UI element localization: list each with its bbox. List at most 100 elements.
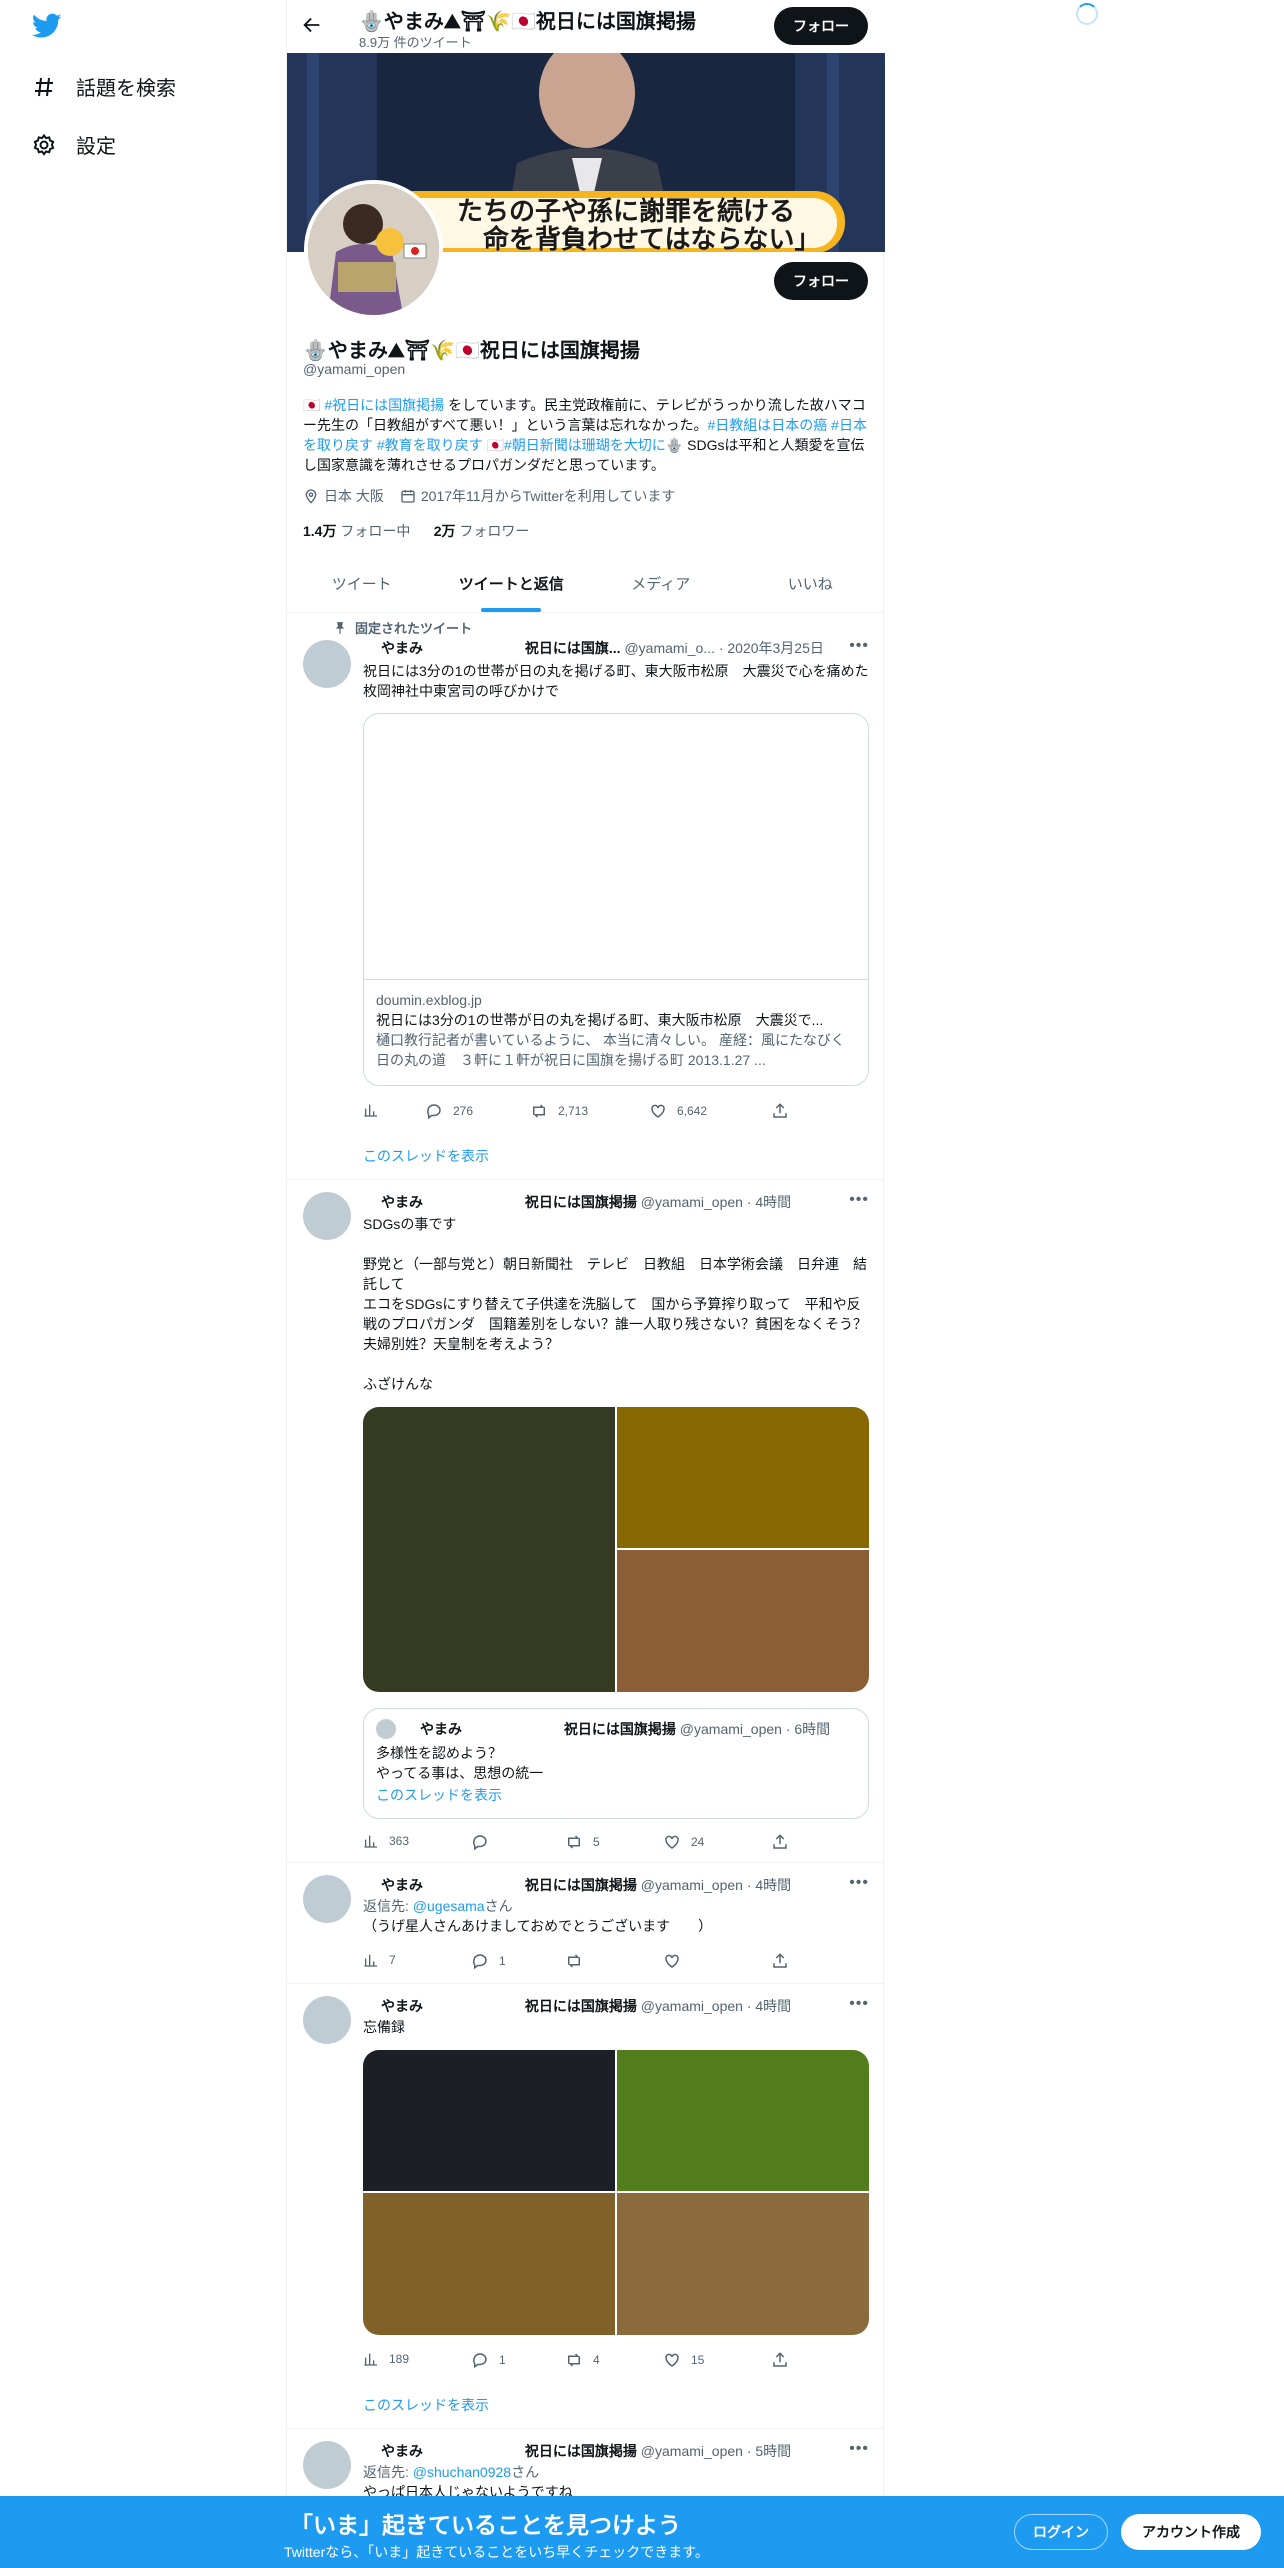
nav-settings-label: 設定 xyxy=(76,136,116,158)
link-card[interactable]: doumin.exblog.jp 祝日には3分の1の世帯が日の丸を掲げる町、東大… xyxy=(363,713,869,1086)
bio-hashtag-link[interactable]: #祝日には国旗掲揚 xyxy=(324,397,444,413)
more-options-icon[interactable]: ••• xyxy=(849,1874,869,1892)
reply-context: 返信先: @shuchan0928さん xyxy=(363,2462,539,2482)
more-options-icon[interactable]: ••• xyxy=(849,637,869,655)
tweet-item[interactable]: やまみ 祝日には国旗掲揚 @yamami_open · 4時間 ••• 忘備録 … xyxy=(287,1984,885,2429)
more-options-icon[interactable]: ••• xyxy=(849,2440,869,2458)
followers-link[interactable]: 2万 フォロワー xyxy=(434,523,530,539)
author-handle[interactable]: @yamami_open xyxy=(641,1877,743,1893)
like-button[interactable]: 6,642 xyxy=(649,1102,707,1120)
show-thread-link[interactable]: このスレッドを表示 xyxy=(363,2395,489,2415)
views-button[interactable]: 189 xyxy=(363,2351,409,2367)
signup-button[interactable]: アカウント作成 xyxy=(1121,2514,1261,2550)
retweet-button[interactable]: 2,713 xyxy=(530,1102,588,1120)
media-image[interactable] xyxy=(617,1407,869,1548)
author-name[interactable]: やまみ xyxy=(381,640,423,656)
profile-avatar[interactable] xyxy=(304,180,443,319)
retweet-button[interactable] xyxy=(565,1952,593,1970)
reply-button[interactable]: 1 xyxy=(471,2351,506,2369)
login-button[interactable]: ログイン xyxy=(1014,2514,1108,2550)
retweet-count: 5 xyxy=(593,1835,600,1849)
media-image[interactable] xyxy=(363,1407,615,1692)
like-button[interactable]: 24 xyxy=(663,1833,704,1851)
reply-count: 1 xyxy=(499,1954,506,1968)
more-options-icon[interactable]: ••• xyxy=(849,1995,869,2013)
views-button[interactable]: 363 xyxy=(363,1833,409,1849)
reply-icon xyxy=(473,1954,487,1970)
bio-hashtag-link[interactable]: #朝日新聞は珊瑚を大切に xyxy=(504,437,666,453)
tweet-item[interactable]: やまみ 祝日には国旗掲揚 @yamami_open · 4時間 ••• SDGs… xyxy=(287,1180,885,1863)
author-name-suffix[interactable]: 祝日には国旗掲揚 xyxy=(525,2443,637,2459)
nav-explore[interactable]: 話題を検索 xyxy=(32,72,176,101)
reply-button[interactable]: 1 xyxy=(471,1952,506,1970)
views-button[interactable] xyxy=(363,1102,389,1118)
reply-icon xyxy=(427,1104,441,1120)
header-follow-button[interactable]: フォロー xyxy=(774,7,868,45)
tab-media[interactable]: メディア xyxy=(586,560,736,612)
profile-joined: 2017年11月からTwitterを利用しています xyxy=(400,486,675,506)
quoted-tweet[interactable]: やまみ 祝日には国旗掲揚 @yamami_open · 6時間 多様性を認めよう… xyxy=(363,1708,869,1819)
author-handle[interactable]: @yamami_open xyxy=(641,2443,743,2459)
nav-settings[interactable]: 設定 xyxy=(32,130,116,159)
retweet-button[interactable]: 5 xyxy=(565,1833,600,1851)
author-name-suffix[interactable]: 祝日には国旗掲揚 xyxy=(525,1998,637,2014)
quoted-show-thread-link[interactable]: このスレッドを表示 xyxy=(376,1785,502,1805)
share-button[interactable] xyxy=(771,2351,789,2369)
views-count: 363 xyxy=(389,1834,410,1848)
bio-hashtag-link[interactable]: #日教組は日本の癌 xyxy=(707,417,827,433)
avatar[interactable] xyxy=(303,1875,351,1923)
avatar[interactable] xyxy=(303,1192,351,1240)
more-options-icon[interactable]: ••• xyxy=(849,1191,869,1209)
tweet-date[interactable]: 5時間 xyxy=(755,2443,791,2459)
author-handle[interactable]: @yamami_o... xyxy=(624,640,714,656)
reply-to-link[interactable]: @shuchan0928 xyxy=(413,2464,511,2480)
share-icon xyxy=(773,1103,787,1118)
author-name-suffix[interactable]: 祝日には国旗掲揚 xyxy=(525,1877,637,1893)
media-image[interactable] xyxy=(617,2050,869,2191)
tweet-date[interactable]: 4時間 xyxy=(755,1194,791,1210)
tab-tweets-and-replies[interactable]: ツイートと返信 xyxy=(437,560,587,612)
avatar[interactable] xyxy=(303,640,351,688)
profile-follow-button[interactable]: フォロー xyxy=(774,262,868,300)
avatar[interactable] xyxy=(303,1996,351,2044)
back-arrow-icon[interactable] xyxy=(301,14,323,41)
author-name[interactable]: やまみ xyxy=(381,1877,423,1893)
tweet-item[interactable]: 固定されたツイート やまみ 祝日には国旗... @yamami_o... · 2… xyxy=(287,613,885,1180)
reply-to-link[interactable]: @ugesama xyxy=(413,1898,485,1914)
author-handle[interactable]: @yamami_open xyxy=(641,1194,743,1210)
author-name[interactable]: やまみ xyxy=(381,1998,423,2014)
analytics-icon xyxy=(364,2353,377,2366)
author-name-suffix[interactable]: 祝日には国旗掲揚 xyxy=(525,1194,637,1210)
tweet-item[interactable]: やまみ 祝日には国旗掲揚 @yamami_open · 4時間 ••• 返信先:… xyxy=(287,1863,885,1984)
like-button[interactable] xyxy=(663,1952,691,1970)
tweet-date[interactable]: 4時間 xyxy=(755,1998,791,2014)
bio-hashtag-link[interactable]: #教育を取り戻す xyxy=(377,437,483,453)
followers-count: 2万 xyxy=(433,523,456,539)
author-name[interactable]: やまみ xyxy=(381,2443,423,2459)
reply-button[interactable] xyxy=(471,1833,499,1851)
retweet-button[interactable]: 4 xyxy=(565,2351,600,2369)
author-name-suffix[interactable]: 祝日には国旗... xyxy=(525,640,621,656)
hashtag-icon xyxy=(32,75,56,99)
media-image[interactable] xyxy=(363,2193,615,2335)
heart-icon xyxy=(665,1835,679,1849)
following-link[interactable]: 1.4万 フォロー中 xyxy=(303,523,410,539)
reply-button[interactable]: 276 xyxy=(425,1102,473,1120)
tweet-date[interactable]: 4時間 xyxy=(755,1877,791,1893)
twitter-logo-icon[interactable] xyxy=(31,13,62,44)
media-image[interactable] xyxy=(363,2050,615,2191)
share-button[interactable] xyxy=(771,1102,789,1120)
media-image[interactable] xyxy=(617,2193,869,2335)
media-image[interactable] xyxy=(617,1550,869,1692)
share-button[interactable] xyxy=(771,1952,789,1970)
share-button[interactable] xyxy=(771,1833,789,1851)
avatar[interactable] xyxy=(303,2441,351,2489)
like-button[interactable]: 15 xyxy=(663,2351,704,2369)
tweet-date[interactable]: 2020年3月25日 xyxy=(727,640,824,656)
views-button[interactable]: 7 xyxy=(363,1952,396,1968)
author-handle[interactable]: @yamami_open xyxy=(641,1998,743,2014)
show-thread-link[interactable]: このスレッドを表示 xyxy=(363,1146,489,1166)
author-name[interactable]: やまみ xyxy=(381,1194,423,1210)
tab-likes[interactable]: いいね xyxy=(736,560,886,612)
tab-tweets[interactable]: ツイート xyxy=(287,560,437,612)
